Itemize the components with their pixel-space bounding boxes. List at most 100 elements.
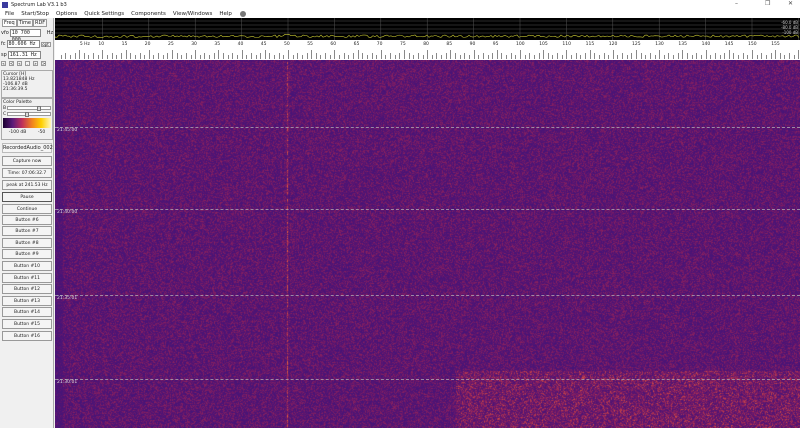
- scale-tick: [246, 55, 247, 59]
- scale-tick: [65, 53, 66, 59]
- scale-tick: [557, 53, 558, 59]
- scale-label-105: 105: [539, 42, 548, 47]
- scale-tick: [617, 55, 618, 59]
- vfo-label: vfo: [1, 30, 9, 36]
- scale-label-125: 125: [632, 42, 641, 47]
- continue-button[interactable]: Continue: [2, 204, 52, 214]
- time-label: 21:45:00: [57, 128, 77, 133]
- scale-tick: [186, 53, 187, 59]
- scale-tick: [645, 55, 646, 59]
- menu-components[interactable]: Components: [129, 11, 168, 17]
- button-11[interactable]: Button #11: [2, 273, 52, 283]
- db-label-100: -100 dB: [781, 30, 798, 35]
- scale-tick: [664, 55, 665, 59]
- button-9[interactable]: Button #9: [2, 249, 52, 259]
- scale-tick: [228, 55, 229, 59]
- scale-tick: [738, 55, 739, 59]
- scale-tick: [302, 55, 303, 59]
- fc-label: fc: [1, 41, 6, 47]
- scale-tick: [692, 55, 693, 59]
- center-button[interactable]: .: [25, 61, 30, 66]
- scale-tick: [61, 55, 62, 59]
- sp-input[interactable]: 161.31 Hz: [8, 51, 41, 59]
- scale-tick: [608, 55, 609, 59]
- menu-options[interactable]: Options: [54, 11, 79, 17]
- waterfall-display[interactable]: [55, 60, 800, 428]
- scale-label-145: 145: [725, 42, 734, 47]
- scale-tick: [673, 55, 674, 59]
- scale-tick: [706, 50, 707, 59]
- button-16[interactable]: Button #16: [2, 331, 52, 341]
- scale-tick: [395, 55, 396, 59]
- restore-button[interactable]: ❐: [765, 0, 770, 7]
- scale-tick: [334, 50, 335, 59]
- palette-gradient: [3, 118, 51, 128]
- button-6[interactable]: Button #6: [2, 215, 52, 225]
- tab-freq[interactable]: Freq: [2, 19, 17, 27]
- scale-tick: [478, 55, 479, 59]
- time-display: Time: 07:06:32.7: [2, 168, 52, 178]
- scale-label-10: 10: [98, 42, 104, 47]
- capture-now-button[interactable]: Capture now: [2, 156, 52, 166]
- scale-label-40: 40: [238, 42, 244, 47]
- scale-tick: [339, 55, 340, 59]
- scale-tick: [130, 53, 131, 59]
- scale-tick: [107, 55, 108, 59]
- button-7[interactable]: Button #7: [2, 226, 52, 236]
- button-12[interactable]: Button #12: [2, 284, 52, 294]
- scale-tick: [761, 53, 762, 59]
- step-left-fast-button[interactable]: «: [1, 61, 6, 66]
- scale-tick: [195, 50, 196, 59]
- step-right-button[interactable]: >: [41, 61, 46, 66]
- scale-tick: [232, 53, 233, 59]
- scale-tick: [506, 55, 507, 59]
- menu-file[interactable]: File: [3, 11, 16, 17]
- brightness-slider[interactable]: [7, 106, 51, 110]
- scale-tick: [409, 53, 410, 59]
- button-8[interactable]: Button #8: [2, 238, 52, 248]
- scale-tick: [747, 55, 748, 59]
- scale-tick: [385, 55, 386, 59]
- menu-start-stop[interactable]: Start/Stop: [19, 11, 51, 17]
- scale-tick: [460, 55, 461, 59]
- fc-input[interactable]: 80.606 Hz: [7, 40, 40, 48]
- scale-label-115: 115: [586, 42, 595, 47]
- frequency-scale[interactable]: 5 Hz 10 15 20 25 30 35 40 45 50 55 60 65 70 75 80 85 90 95…: [55, 40, 800, 60]
- step-left-alt-button[interactable]: «: [17, 61, 22, 66]
- menu-view-windows[interactable]: View/Windows: [171, 11, 214, 17]
- scale-tick: [701, 55, 702, 59]
- contrast-slider[interactable]: [7, 112, 51, 116]
- button-15[interactable]: Button #15: [2, 319, 52, 329]
- scale-label-20: 20: [145, 42, 151, 47]
- scale-tick: [75, 53, 76, 59]
- menu-quick-settings[interactable]: Quick Settings: [82, 11, 126, 17]
- close-button[interactable]: ✕: [788, 0, 793, 7]
- button-10[interactable]: Button #10: [2, 261, 52, 271]
- scale-tick: [256, 55, 257, 59]
- app-icon: [2, 2, 8, 8]
- peak-display: peak at 241.53 Hz: [2, 180, 52, 190]
- vfo-input[interactable]: 10 700 000: [10, 29, 41, 37]
- scale-tick: [455, 53, 456, 59]
- scale-tick: [427, 50, 428, 59]
- opt-button[interactable]: opt: [41, 42, 51, 47]
- step-left-button[interactable]: <: [9, 61, 14, 66]
- scale-tick: [204, 53, 205, 59]
- pause-button[interactable]: Pause: [2, 192, 52, 202]
- scale-tick: [376, 55, 377, 59]
- menu-help[interactable]: Help: [217, 11, 234, 17]
- scale-tick: [274, 55, 275, 59]
- button-13[interactable]: Button #13: [2, 296, 52, 306]
- scale-tick: [724, 53, 725, 59]
- scale-tick: [237, 55, 238, 59]
- tab-time[interactable]: Time: [17, 19, 33, 27]
- button-14[interactable]: Button #14: [2, 307, 52, 317]
- scale-tick: [529, 53, 530, 59]
- minimize-button[interactable]: –: [735, 0, 738, 7]
- step-right-fast-button[interactable]: »: [33, 61, 38, 66]
- tab-rdf[interactable]: RDF: [33, 19, 47, 27]
- scale-tick: [135, 55, 136, 59]
- spectrum-plot[interactable]: -60.0 dB -80.0 dB -100 dB: [55, 18, 800, 40]
- scale-label-30: 30: [191, 42, 197, 47]
- color-palette: Color Palette B C -100 dB -50: [1, 98, 53, 140]
